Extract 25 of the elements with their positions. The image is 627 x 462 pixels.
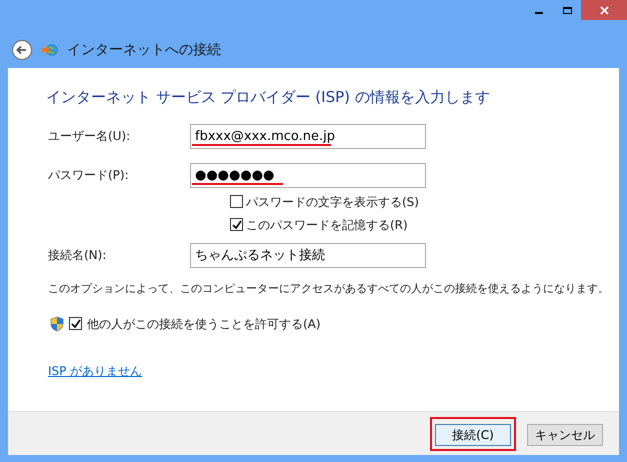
back-icon[interactable] [11, 39, 33, 61]
globe-icon [41, 42, 59, 58]
heading: インターネット サービス プロバイダー (ISP) の情報を入力します [45, 87, 491, 108]
field-label: パスワード(P): [47, 166, 130, 184]
checkbox-label: パスワードの文字を表示する(S) [246, 194, 419, 210]
dialog-button[interactable]: 接続(C) [435, 424, 511, 446]
checkbox[interactable] [230, 195, 243, 208]
no-isp-link[interactable]: ISP がありません [48, 362, 142, 380]
dialog-button[interactable]: キャンセル [527, 424, 603, 446]
check-icon [232, 220, 242, 230]
close-icon [600, 6, 608, 14]
window-title: インターネットへの接続 [67, 40, 221, 60]
field-label: ユーザー名(U): [47, 128, 132, 144]
checkbox-label: 他の人がこの接続を使うことを許可する(A) [87, 316, 321, 332]
info-text: このオプションによって、このコンピューターにアクセスがあるすべての人がこの接続を使えるようになります。 [47, 281, 610, 297]
close-button[interactable] [581, 0, 627, 20]
checkbox-label: このパスワードを記憶する(R) [246, 216, 408, 234]
checkbox[interactable] [69, 317, 82, 330]
check-icon [70, 318, 80, 328]
checkbox[interactable] [230, 218, 243, 231]
input-field[interactable]: fbxxx@xxx.mco.ne.jp [190, 124, 426, 149]
shield-icon [50, 316, 64, 332]
field-label: 接続名(N): [47, 246, 108, 264]
input-field[interactable]: ●●●●●●● [190, 163, 426, 188]
input-field[interactable]: ちゃんぷるネット接続 [190, 242, 426, 268]
